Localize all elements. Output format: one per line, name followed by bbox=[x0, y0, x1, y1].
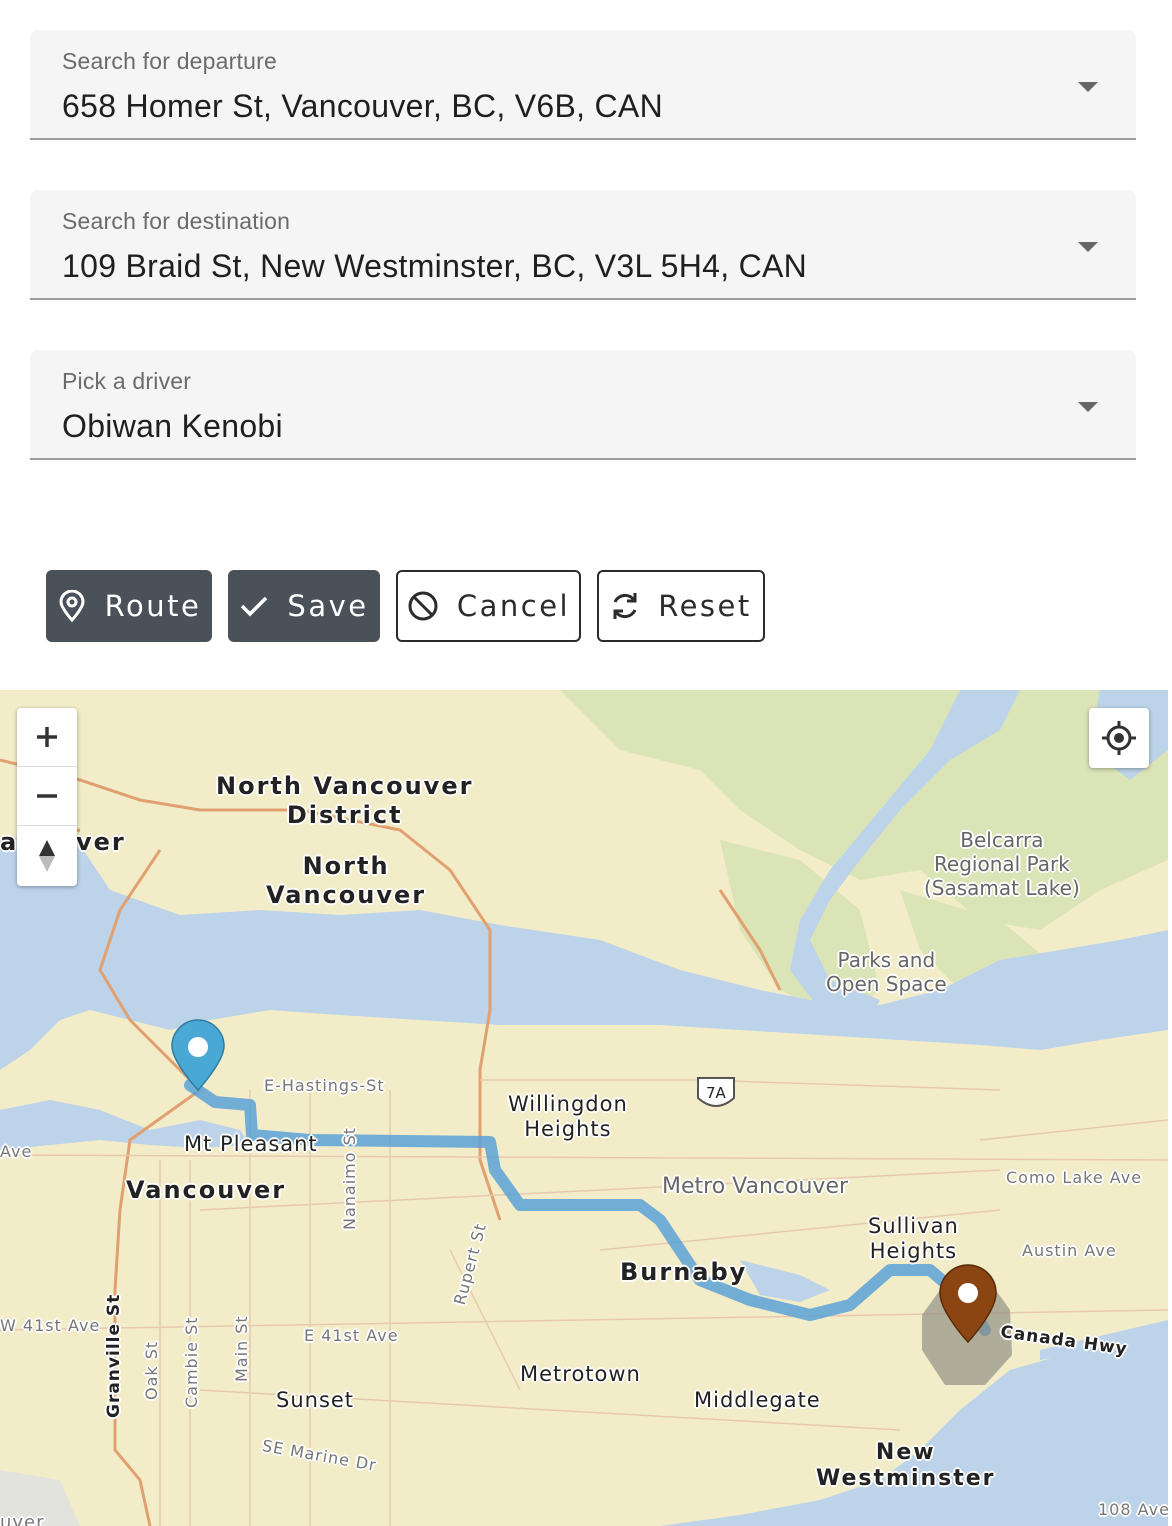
map-label-middlegate: Middlegate bbox=[694, 1388, 821, 1412]
map-label-como-lake: Como Lake Ave bbox=[1006, 1168, 1143, 1187]
map-label-sullivan: Sullivan Heights bbox=[868, 1214, 959, 1264]
compass-icon bbox=[39, 840, 55, 872]
map-label-vancouver: Vancouver bbox=[126, 1176, 287, 1204]
chevron-down-icon[interactable] bbox=[1078, 82, 1098, 92]
map-pin-icon bbox=[59, 590, 85, 622]
map-label-austin: Austin Ave bbox=[1022, 1241, 1117, 1260]
cancel-button-label: Cancel bbox=[456, 589, 571, 623]
departure-label: Search for departure bbox=[62, 48, 277, 74]
departure-value[interactable]: 658 Homer St, Vancouver, BC, V6B, CAN bbox=[62, 88, 663, 125]
map-label-parks: Parks and Open Space bbox=[826, 948, 947, 996]
driver-label: Pick a driver bbox=[62, 368, 192, 394]
locate-button[interactable] bbox=[1089, 708, 1149, 768]
route-button-label: Route bbox=[104, 589, 202, 623]
map-label-west-van: ver bbox=[76, 828, 126, 856]
map-label-mt-pleasant: Mt Pleasant bbox=[184, 1132, 318, 1156]
save-button-label: Save bbox=[287, 589, 369, 623]
map-label-ave-left: Ave bbox=[0, 1142, 33, 1161]
map-label-metrotown: Metrotown bbox=[520, 1362, 641, 1386]
map-label-highway-7a: 7A bbox=[706, 1084, 726, 1102]
chevron-down-icon[interactable] bbox=[1078, 402, 1098, 412]
compass-button[interactable] bbox=[17, 826, 77, 886]
map-label-north-vancouver: North Vancouver bbox=[266, 852, 427, 909]
map-label-oak: Oak St bbox=[142, 1340, 161, 1400]
map-label-w41: W 41st Ave bbox=[0, 1316, 101, 1335]
map-label-belcarra: Belcarra Regional Park (Sasamat Lake) bbox=[924, 828, 1080, 900]
driver-value[interactable]: Obiwan Kenobi bbox=[62, 408, 283, 445]
map-label-108-ave: 108 Ave bbox=[1098, 1500, 1168, 1519]
map-label-north-van-district: North Vancouver District bbox=[216, 772, 474, 829]
cancel-button[interactable]: Cancel bbox=[396, 570, 581, 642]
map-label-west-van-left: a bbox=[0, 828, 19, 856]
route-button[interactable]: Route bbox=[46, 570, 212, 642]
locate-icon bbox=[1102, 721, 1136, 755]
reset-button[interactable]: Reset bbox=[597, 570, 765, 642]
reset-button-label: Reset bbox=[658, 589, 752, 623]
map-label-granville: Granville St bbox=[104, 1293, 124, 1418]
map-label-burnaby: Burnaby bbox=[620, 1258, 748, 1286]
check-icon bbox=[241, 596, 268, 617]
map-label-nanaimo: Nanaimo St bbox=[340, 1126, 359, 1230]
zoom-in-button[interactable] bbox=[17, 708, 77, 767]
chevron-down-icon[interactable] bbox=[1078, 242, 1098, 252]
destination-value[interactable]: 109 Braid St, New Westminster, BC, V3L 5… bbox=[62, 248, 807, 285]
minus-icon bbox=[37, 794, 57, 798]
departure-select[interactable]: Search for departure 658 Homer St, Vanco… bbox=[30, 30, 1136, 140]
zoom-out-button[interactable] bbox=[17, 767, 77, 826]
map-view[interactable]: North Vancouver District North Vancouver… bbox=[0, 690, 1168, 1526]
map-label-hastings: E-Hastings-St bbox=[264, 1076, 385, 1095]
destination-label: Search for destination bbox=[62, 208, 291, 234]
map-label-willingdon: Willingdon Heights bbox=[508, 1092, 628, 1142]
driver-select[interactable]: Pick a driver Obiwan Kenobi bbox=[30, 350, 1136, 460]
destination-select[interactable]: Search for destination 109 Braid St, New… bbox=[30, 190, 1136, 300]
zoom-controls bbox=[17, 708, 77, 886]
refresh-icon bbox=[613, 593, 637, 619]
map-label-main: Main St bbox=[232, 1315, 251, 1382]
map-label-cambie: Cambie St bbox=[182, 1316, 201, 1408]
plus-icon bbox=[37, 727, 57, 747]
map-label-sunset: Sunset bbox=[276, 1388, 355, 1412]
map-label-metro-vancouver: Metro Vancouver bbox=[662, 1174, 849, 1199]
map-label-new-westminster: New Westminster bbox=[816, 1440, 996, 1492]
map-label-bottom-left: uver bbox=[0, 1512, 45, 1526]
save-button[interactable]: Save bbox=[228, 570, 380, 642]
map-label-e41: E 41st Ave bbox=[304, 1326, 399, 1345]
ban-icon bbox=[408, 591, 438, 621]
